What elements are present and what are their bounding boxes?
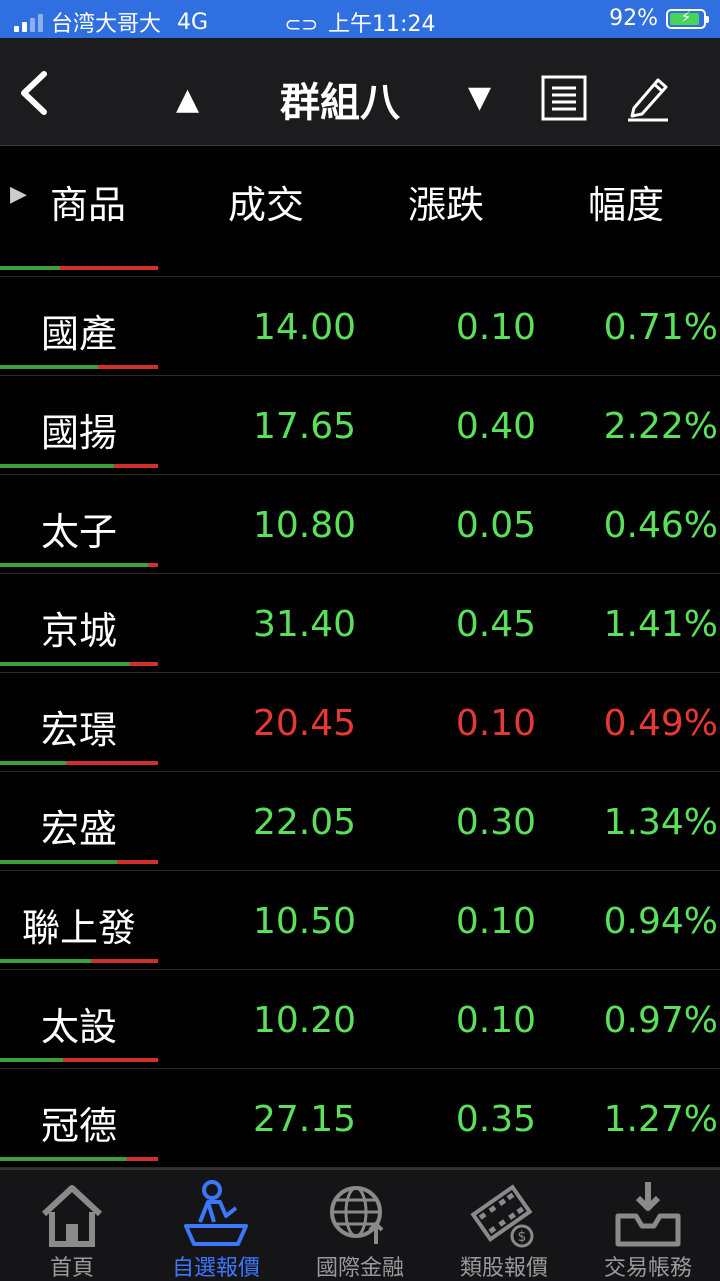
tab-bar: 首頁 自選報價 國際金融 $ 類股報價 交易帳務 <box>0 1168 720 1281</box>
price-change: 0.40 <box>455 406 536 447</box>
tab-label: 類股報價 <box>459 1256 548 1281</box>
column-header-price[interactable]: 成交 <box>228 174 304 229</box>
status-bar: 台湾大哥大 4G ⊂⊃ 上午11:24 92% ⚡ <box>0 0 720 38</box>
trade-price: 31.40 <box>252 604 356 645</box>
change-percent: 0.46% <box>603 505 718 546</box>
stock-name: 京城 <box>40 609 117 653</box>
charging-bolt-icon: ⚡ <box>680 7 692 26</box>
stock-name: 宏璟 <box>40 708 117 752</box>
price-change: 0.45 <box>455 604 536 645</box>
tab-label: 自選報價 <box>171 1256 260 1281</box>
row-ratio-bar <box>0 662 158 666</box>
status-time: 上午11:24 <box>328 12 436 37</box>
row-ratio-bar <box>0 959 158 963</box>
price-change: 0.10 <box>455 307 536 348</box>
inbox-download-icon <box>615 1182 681 1247</box>
column-header-percent[interactable]: 幅度 <box>588 174 664 229</box>
row-ratio-bar <box>0 860 158 864</box>
row-ratio-bar <box>0 365 158 369</box>
table-row[interactable]: 國揚 17.65 0.40 2.22% <box>0 376 720 475</box>
edit-pencil-icon[interactable] <box>624 72 672 122</box>
battery-percent: 92% <box>609 6 658 31</box>
tab-film-coin[interactable]: $ 類股報價 <box>432 1170 576 1281</box>
trade-price: 10.80 <box>252 505 356 546</box>
stock-name: 太子 <box>40 510 117 554</box>
table-row[interactable]: 太設 10.20 0.10 0.97% <box>0 970 720 1069</box>
group-title: 群組八 <box>280 80 400 126</box>
tab-label: 國際金融 <box>315 1256 404 1281</box>
change-percent: 2.22% <box>603 406 718 447</box>
trade-price: 22.05 <box>252 802 356 843</box>
table-row[interactable]: 國產 14.00 0.10 0.71% <box>0 277 720 376</box>
person-desk-icon <box>184 1180 248 1246</box>
table-row[interactable]: 冠德 27.15 0.35 1.27% <box>0 1069 720 1168</box>
trade-price: 27.15 <box>252 1099 356 1140</box>
change-percent: 0.49% <box>603 703 718 744</box>
stock-name: 聯上發 <box>21 906 136 950</box>
up-triangle-icon[interactable]: ▲ <box>176 82 199 117</box>
change-percent: 1.27% <box>603 1099 718 1140</box>
tab-inbox-download[interactable]: 交易帳務 <box>576 1170 720 1281</box>
link-icon: ⊂⊃ <box>284 12 319 36</box>
svg-text:$: $ <box>518 1229 527 1245</box>
price-change: 0.05 <box>455 505 536 546</box>
price-change: 0.30 <box>455 802 536 843</box>
expand-triangle-icon[interactable]: ▶ <box>10 182 27 207</box>
stock-name: 宏盛 <box>40 807 117 851</box>
tab-label: 交易帳務 <box>603 1256 692 1281</box>
stock-name: 國揚 <box>40 411 117 455</box>
tab-person-desk[interactable]: 自選報價 <box>144 1170 288 1281</box>
row-ratio-bar <box>0 464 158 468</box>
row-ratio-bar <box>0 1157 158 1161</box>
trade-price: 14.00 <box>252 307 356 348</box>
price-change: 0.10 <box>455 901 536 942</box>
back-chevron-icon[interactable] <box>14 68 54 118</box>
header-ratio-bar <box>0 266 158 270</box>
table-row[interactable]: 宏璟 20.45 0.10 0.49% <box>0 673 720 772</box>
tab-home[interactable]: 首頁 <box>0 1170 144 1281</box>
price-change: 0.10 <box>455 703 536 744</box>
home-icon <box>41 1185 103 1247</box>
trade-price: 10.20 <box>252 1000 356 1041</box>
change-percent: 1.34% <box>603 802 718 843</box>
tab-globe[interactable]: 國際金融 <box>288 1170 432 1281</box>
row-ratio-bar <box>0 563 158 567</box>
column-header-name[interactable]: 商品 <box>50 174 126 229</box>
price-change: 0.10 <box>455 1000 536 1041</box>
quote-list: 國產 14.00 0.10 0.71% 國揚 17.65 0.40 2.22% 太子 10.80 0… <box>0 277 720 1168</box>
trade-price: 17.65 <box>252 406 356 447</box>
navigation-bar: ▲ 群組八 ▼ <box>0 38 720 146</box>
globe-icon <box>330 1186 384 1244</box>
table-row[interactable]: 聯上發 10.50 0.10 0.94% <box>0 871 720 970</box>
table-row[interactable]: 宏盛 22.05 0.30 1.34% <box>0 772 720 871</box>
table-row[interactable]: 太子 10.80 0.05 0.46% <box>0 475 720 574</box>
film-coin-icon: $ <box>470 1184 534 1248</box>
row-ratio-bar <box>0 761 158 765</box>
price-change: 0.35 <box>455 1099 536 1140</box>
change-percent: 0.71% <box>603 307 718 348</box>
column-header-change[interactable]: 漲跌 <box>408 174 484 229</box>
change-percent: 0.97% <box>603 1000 718 1041</box>
down-triangle-icon[interactable]: ▼ <box>468 80 491 115</box>
table-row[interactable]: 京城 31.40 0.45 1.41% <box>0 574 720 673</box>
change-percent: 1.41% <box>603 604 718 645</box>
trade-price: 20.45 <box>252 703 356 744</box>
tab-label: 首頁 <box>49 1256 94 1281</box>
trade-price: 10.50 <box>252 901 356 942</box>
stock-name: 太設 <box>40 1005 117 1049</box>
column-header: ▶ 商品 成交 漲跌 幅度 <box>0 146 720 277</box>
battery-icon: ⚡ <box>666 7 709 29</box>
list-icon[interactable] <box>540 74 588 122</box>
change-percent: 0.94% <box>603 901 718 942</box>
row-ratio-bar <box>0 1058 158 1062</box>
stock-name: 冠德 <box>40 1104 117 1148</box>
stock-name: 國產 <box>40 312 117 356</box>
